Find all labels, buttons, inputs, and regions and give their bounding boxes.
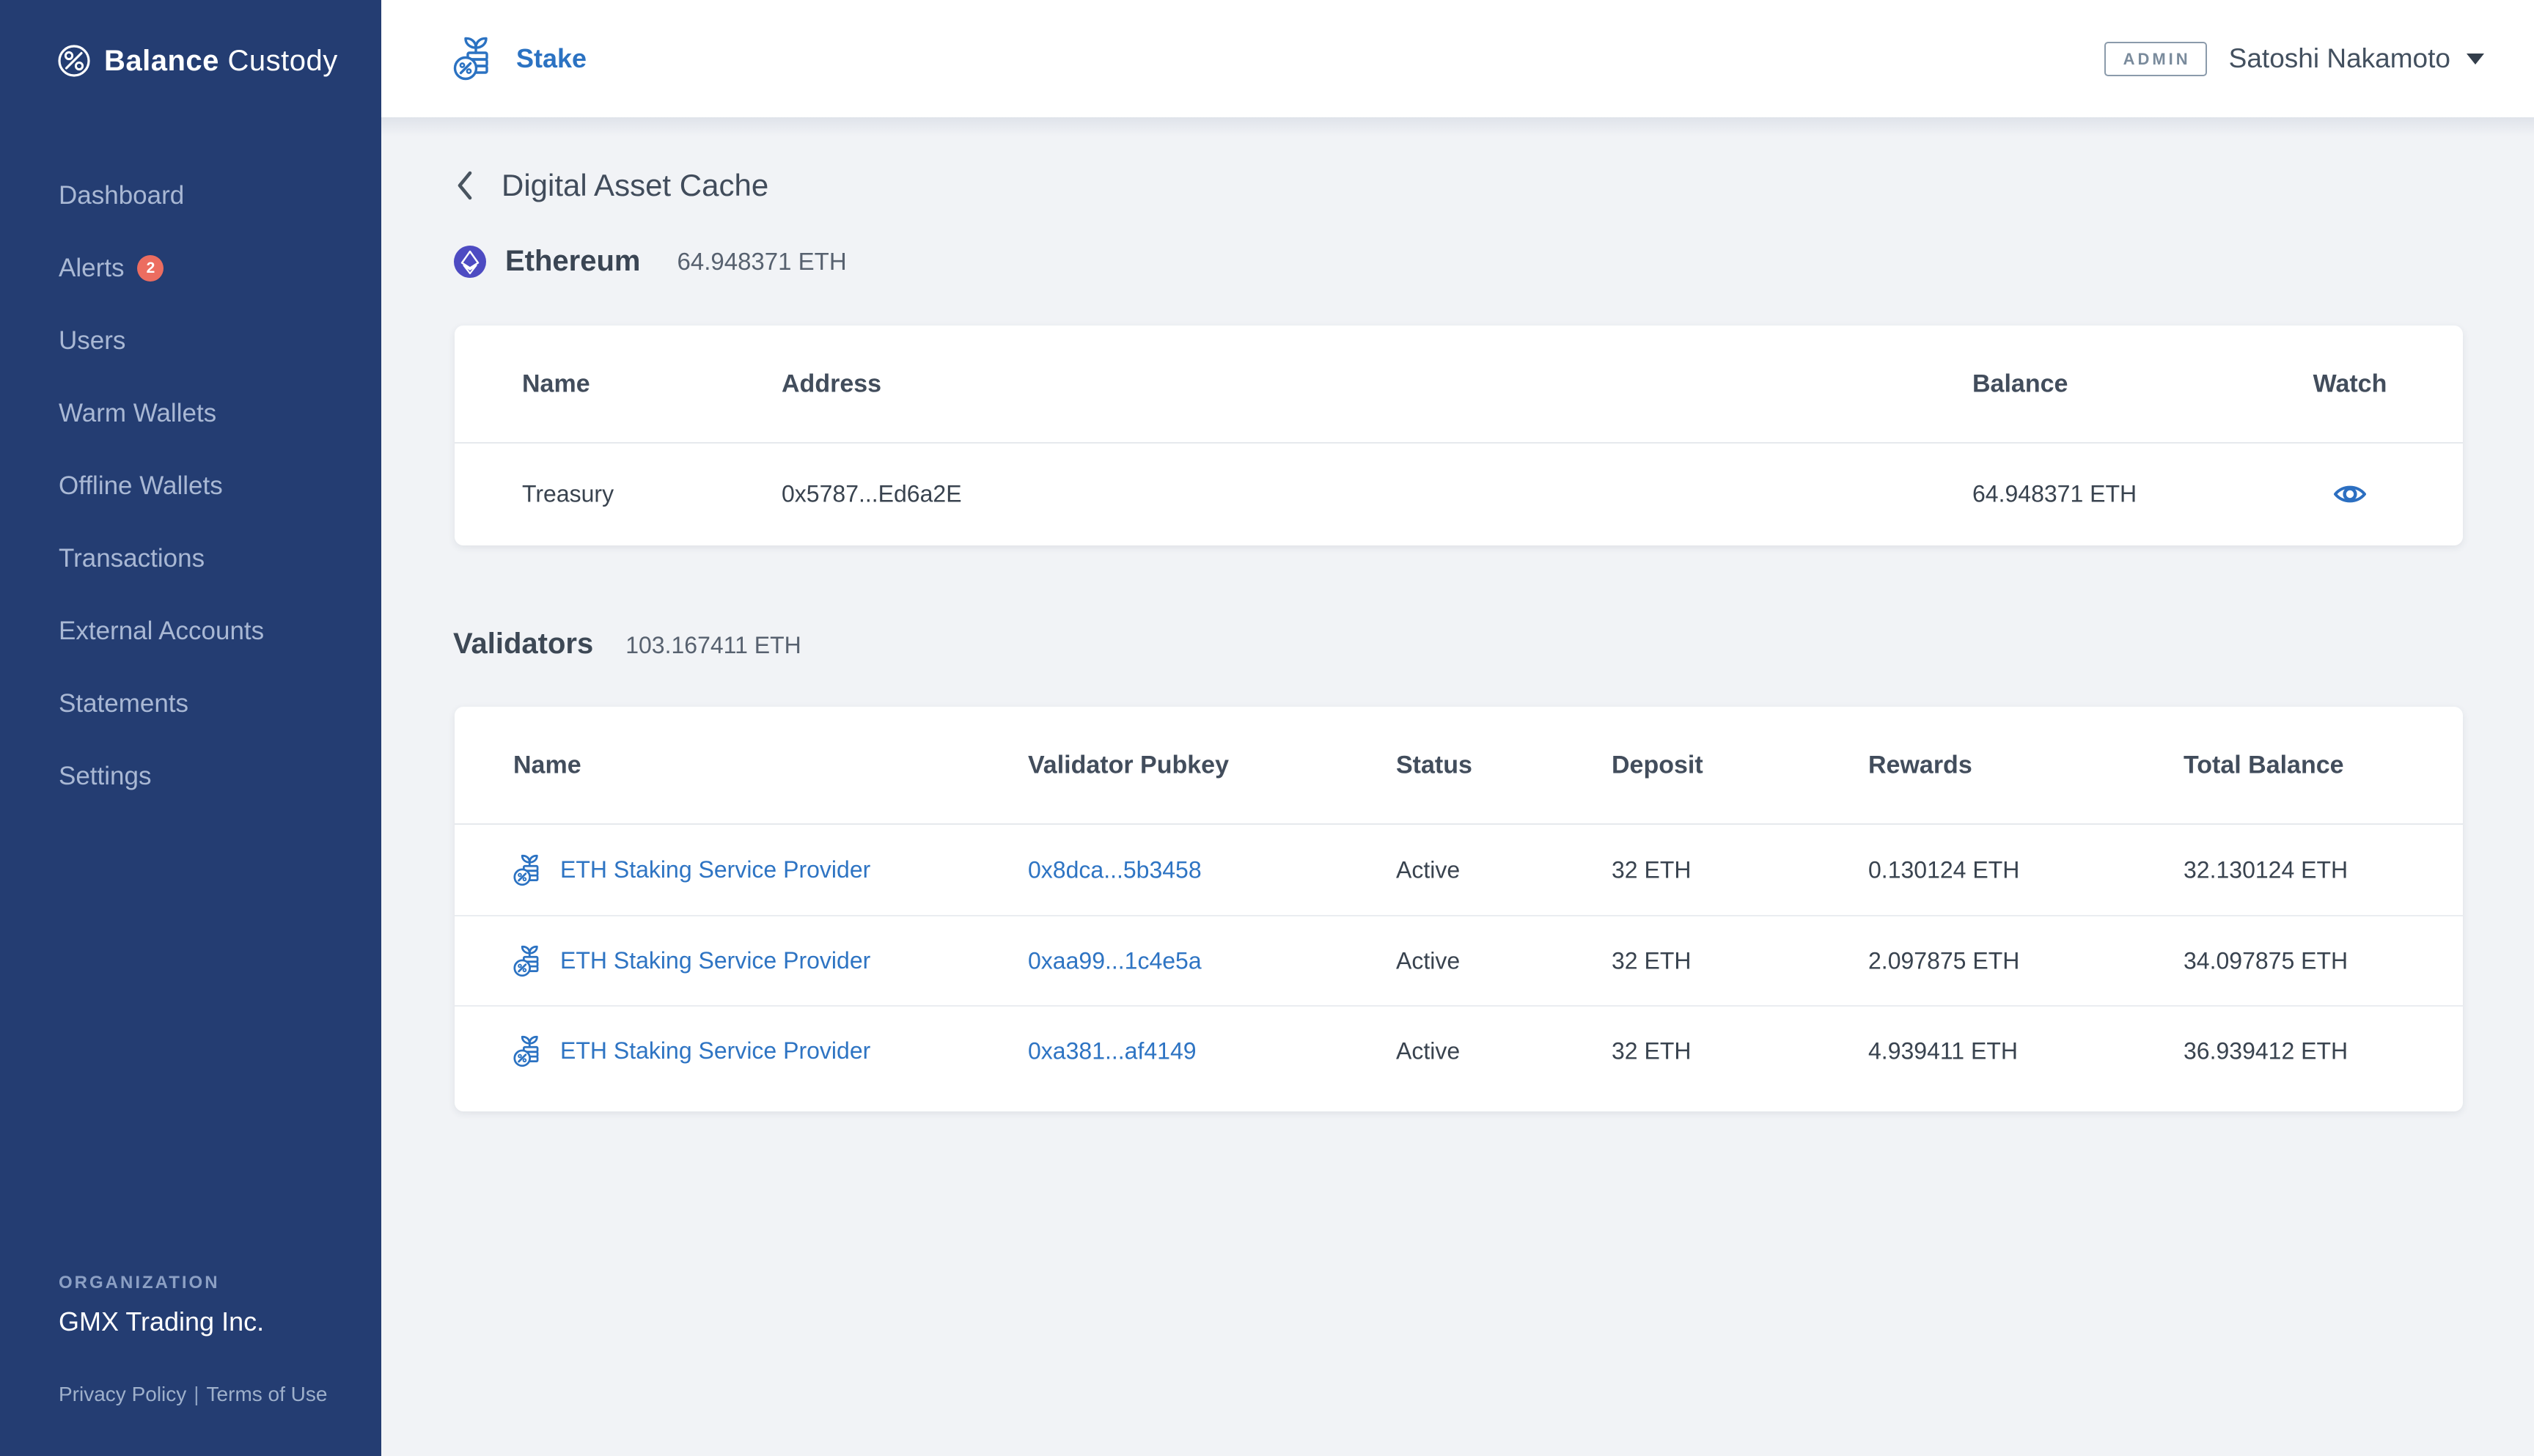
validators-title: Validators — [453, 628, 593, 661]
sidebar-item-external-accounts[interactable]: External Accounts — [59, 595, 359, 667]
validator-status: Active — [1396, 947, 1460, 974]
privacy-policy-link[interactable]: Privacy Policy — [59, 1383, 186, 1405]
validators-total-balance: 103.167411 ETH — [625, 632, 801, 659]
validator-name-cell: ETH Staking Service Provider — [513, 1034, 870, 1068]
wallet-name: Treasury — [522, 480, 614, 507]
sidebar-footer: Privacy Policy | Terms of Use — [59, 1383, 327, 1406]
table-row: Treasury 0x5787...Ed6a2E 64.948371 ETH — [455, 444, 2463, 544]
col-header-watch: Watch — [2258, 369, 2442, 398]
validator-deposit: 32 ETH — [1612, 856, 1691, 883]
watch-eye-icon[interactable] — [2332, 482, 2368, 506]
validators-table-card: Name Validator Pubkey Status Deposit Rew… — [455, 707, 2463, 1111]
page-title: Digital Asset Cache — [502, 168, 768, 203]
footer-separator: | — [194, 1383, 199, 1405]
sidebar-item-settings[interactable]: Settings — [59, 740, 359, 812]
role-badge: ADMIN — [2104, 42, 2207, 76]
validator-rewards: 2.097875 ETH — [1868, 947, 2019, 974]
asset-summary: Ethereum 64.948371 ETH — [454, 245, 847, 278]
validator-deposit: 32 ETH — [1612, 947, 1691, 974]
wallet-table-header: Name Address Balance Watch — [455, 326, 2463, 444]
wallet-table-card: Name Address Balance Watch Treasury 0x57… — [455, 326, 2463, 545]
validators-table-header: Name Validator Pubkey Status Deposit Rew… — [455, 707, 2463, 825]
balance-percent-logo-icon — [57, 44, 91, 78]
back-button[interactable] — [453, 169, 475, 202]
page-header: Digital Asset Cache — [453, 163, 768, 208]
col-header-rewards: Rewards — [1868, 751, 1972, 779]
validator-rewards: 0.130124 ETH — [1868, 856, 2019, 883]
user-name: Satoshi Nakamoto — [2229, 43, 2450, 74]
validator-status: Active — [1396, 1037, 1460, 1065]
validator-provider-link[interactable]: ETH Staking Service Provider — [560, 947, 870, 974]
chevron-down-icon — [2467, 54, 2484, 65]
sidebar-item-dashboard[interactable]: Dashboard — [59, 159, 359, 232]
col-header-name: Name — [513, 751, 581, 779]
validator-row: ETH Staking Service Provider 0xaa99...1c… — [455, 915, 2463, 1005]
stake-icon — [513, 1034, 547, 1068]
validator-total-balance: 32.130124 ETH — [2184, 856, 2348, 883]
validator-pubkey-link[interactable]: 0xaa99...1c4e5a — [1028, 947, 1202, 974]
sidebar-item-users[interactable]: Users — [59, 304, 359, 377]
wallet-address: 0x5787...Ed6a2E — [782, 480, 962, 507]
validator-provider-link[interactable]: ETH Staking Service Provider — [560, 1037, 870, 1065]
organization-name: GMX Trading Inc. — [59, 1306, 264, 1337]
validator-name-cell: ETH Staking Service Provider — [513, 853, 870, 887]
wallet-balance: 64.948371 ETH — [1972, 480, 2137, 507]
sidebar-item-offline-wallets[interactable]: Offline Wallets — [59, 449, 359, 522]
validator-total-balance: 36.939412 ETH — [2184, 1037, 2348, 1065]
validator-rewards: 4.939411 ETH — [1868, 1037, 2018, 1065]
stake-icon — [453, 35, 500, 82]
validator-pubkey-link[interactable]: 0x8dca...5b3458 — [1028, 856, 1202, 883]
sidebar: Balance Custody Dashboard Alerts 2 Users… — [0, 0, 381, 1456]
col-header-deposit: Deposit — [1612, 751, 1703, 779]
watch-cell — [2258, 482, 2442, 506]
stake-button[interactable]: Stake — [453, 35, 587, 82]
validator-name-cell: ETH Staking Service Provider — [513, 944, 870, 978]
validator-row: ETH Staking Service Provider 0x8dca...5b… — [455, 825, 2463, 915]
sidebar-item-transactions[interactable]: Transactions — [59, 522, 359, 595]
validator-status: Active — [1396, 856, 1460, 883]
brand-logo: Balance Custody — [57, 44, 338, 78]
ethereum-icon — [454, 246, 486, 278]
main-content: Digital Asset Cache Ethereum 64.948371 E… — [381, 117, 2534, 1456]
col-header-total-balance: Total Balance — [2184, 751, 2344, 779]
terms-of-use-link[interactable]: Terms of Use — [207, 1383, 328, 1405]
asset-name: Ethereum — [505, 245, 641, 278]
validator-pubkey-link[interactable]: 0xa381...af4149 — [1028, 1037, 1197, 1065]
stake-icon — [513, 853, 547, 887]
validator-deposit: 32 ETH — [1612, 1037, 1691, 1065]
sidebar-item-alerts[interactable]: Alerts 2 — [59, 232, 359, 304]
validator-row: ETH Staking Service Provider 0xa381...af… — [455, 1005, 2463, 1095]
sidebar-nav: Dashboard Alerts 2 Users Warm Wallets Of… — [59, 159, 359, 812]
top-bar-right: ADMIN Satoshi Nakamoto — [2104, 42, 2484, 76]
col-header-name: Name — [522, 369, 590, 398]
sidebar-item-statements[interactable]: Statements — [59, 667, 359, 740]
brand-name: Balance Custody — [104, 45, 338, 78]
sidebar-item-warm-wallets[interactable]: Warm Wallets — [59, 377, 359, 449]
col-header-balance: Balance — [1972, 369, 2068, 398]
col-header-status: Status — [1396, 751, 1472, 779]
validator-provider-link[interactable]: ETH Staking Service Provider — [560, 856, 870, 883]
user-menu[interactable]: Satoshi Nakamoto — [2229, 43, 2484, 74]
validators-header: Validators 103.167411 ETH — [453, 628, 801, 661]
validator-total-balance: 34.097875 ETH — [2184, 947, 2348, 974]
stake-icon — [513, 944, 547, 978]
top-bar: Stake ADMIN Satoshi Nakamoto — [381, 0, 2534, 117]
col-header-pubkey: Validator Pubkey — [1028, 751, 1229, 779]
stake-label: Stake — [516, 43, 587, 74]
asset-balance: 64.948371 ETH — [677, 248, 847, 276]
organization-label: ORGANIZATION — [59, 1273, 220, 1293]
alerts-count-badge: 2 — [137, 255, 164, 282]
col-header-address: Address — [782, 369, 881, 398]
chevron-left-icon — [453, 169, 475, 202]
